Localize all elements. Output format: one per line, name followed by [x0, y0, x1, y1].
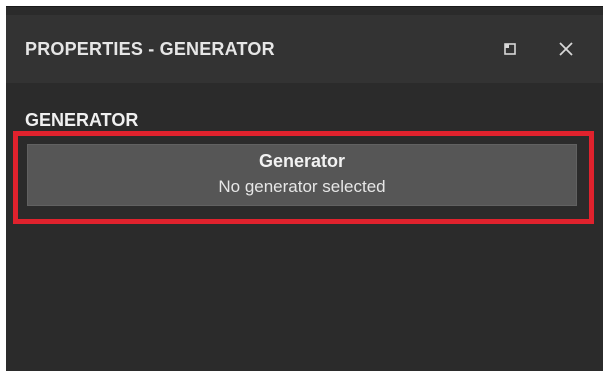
generator-value: No generator selected [218, 177, 386, 196]
restore-icon [504, 43, 516, 55]
panel-title: PROPERTIES - GENERATOR [25, 39, 275, 59]
highlight-box: Generator No generator selected [13, 131, 594, 224]
close-button[interactable] [552, 35, 580, 63]
close-icon [559, 42, 573, 56]
section-title-generator: GENERATOR [25, 110, 139, 130]
generator-selector[interactable]: Generator No generator selected [27, 144, 577, 206]
restore-button[interactable] [496, 35, 524, 63]
panel-titlebar: PROPERTIES - GENERATOR [6, 15, 603, 83]
properties-panel: PROPERTIES - GENERATOR GENERATOR Generat… [6, 6, 603, 371]
generator-label: Generator [258, 151, 346, 171]
